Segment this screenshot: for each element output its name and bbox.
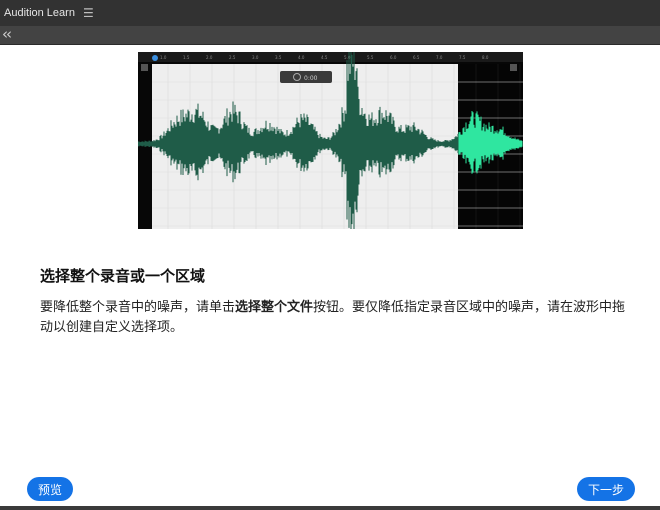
- ruler-tick-label: 4.0: [298, 55, 305, 60]
- lesson-heading: 选择整个录音或一个区域: [40, 267, 206, 285]
- title-bar: Audition Learn ☰: [0, 0, 660, 26]
- preview-button[interactable]: 预览: [27, 477, 73, 501]
- app-title: Audition Learn: [4, 7, 75, 19]
- ruler-tick-label: 1.0: [160, 55, 167, 60]
- ruler-tick-label: 2.0: [206, 55, 213, 60]
- ruler-tick-label: 6.5: [413, 55, 420, 60]
- lesson-description: 要降低整个录音中的噪声，请单击选择整个文件按钮。要仅降低指定录音区域中的噪声，请…: [40, 298, 630, 338]
- ruler-tick-label: 4.5: [321, 55, 328, 60]
- bottom-border: [0, 506, 660, 510]
- next-step-button[interactable]: 下一步: [577, 477, 635, 501]
- ruler-tick-label: 5.0: [344, 55, 351, 60]
- ruler-tick-label: 6.0: [390, 55, 397, 60]
- navigation-bar: ‹‹: [0, 26, 660, 45]
- ruler-tick-label: 5.5: [367, 55, 374, 60]
- playhead-marker: [152, 55, 158, 61]
- ruler-tick-label: 8.0: [482, 55, 489, 60]
- waveform-preview-image: 1.0 1.5 2.0 2.5 3.0 3.5 4.0 4.5 5.0 5.5 6.0 6.5 7.0 7…: [138, 52, 523, 229]
- hud-time-readout: 0:00: [304, 75, 318, 82]
- ruler-tick-label: 2.5: [229, 55, 236, 60]
- ruler-tick-label: 7.5: [459, 55, 466, 60]
- description-part-1: 要降低整个录音中的噪声，请单击: [40, 300, 236, 315]
- ruler-tick-label: 1.5: [183, 55, 190, 60]
- ruler-tick-label: 3.5: [275, 55, 282, 60]
- ruler-tick-label: 7.0: [436, 55, 443, 60]
- hamburger-icon[interactable]: ☰: [83, 6, 94, 20]
- select-entire-file-reference: 选择整个文件: [235, 300, 314, 315]
- double-chevron-left-icon[interactable]: ‹‹: [2, 26, 12, 42]
- ruler-tick-label: 3.0: [252, 55, 259, 60]
